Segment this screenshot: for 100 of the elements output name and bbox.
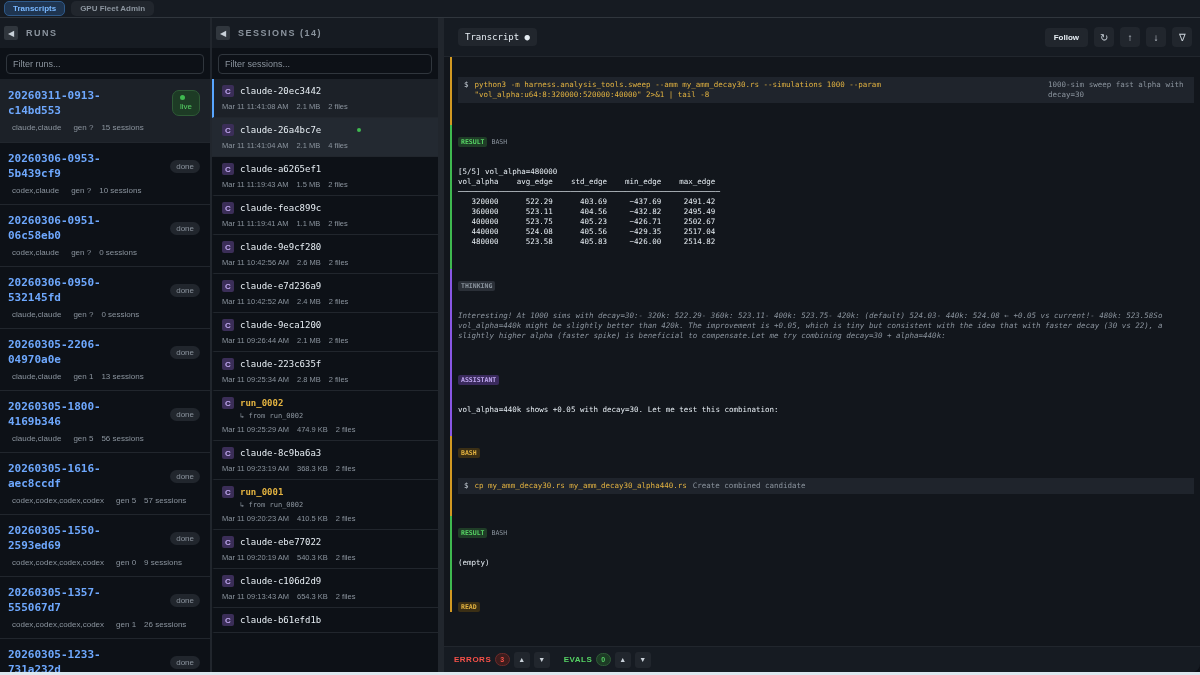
status-badge: done (170, 345, 200, 359)
run-id: 20260305-1550-2593ed69 (8, 523, 102, 553)
agent-badge: C (222, 447, 234, 459)
run-id: 20260305-1616-aec8ccdf (8, 461, 102, 491)
session-name: claude-223c635f (240, 359, 322, 369)
errors-label: ERRORS (454, 655, 492, 664)
toolbar-button[interactable]: ↻ (1094, 27, 1114, 47)
run-item[interactable]: 20260306-0950-532145fd done claude,claude gen ? 0 sessions (0, 267, 210, 329)
session-count: 13 sessions (101, 372, 144, 381)
run-generation: gen 1 (116, 620, 137, 629)
session-count: 10 sessions (99, 186, 142, 195)
run-id: 20260311-0913-c14bd553 (8, 88, 102, 118)
run-generation: gen 0 (116, 558, 137, 567)
run-item[interactable]: 20260305-1357-555067d7 done codex,codex,codex,codex gen 1 26 sessions (0, 577, 210, 639)
toolbar-button[interactable]: ∇ (1172, 27, 1192, 47)
run-item[interactable]: 20260306-0951-06c58eb0 done codex,claude gen ? 0 sessions (0, 205, 210, 267)
status-badge: done (170, 221, 200, 235)
agent-badge: C (222, 85, 234, 97)
session-name: run_0002 (240, 398, 284, 408)
run-generation: gen ? (71, 248, 92, 257)
session-name: claude-26a4bc7e (240, 125, 322, 135)
status-badge: done (170, 593, 200, 607)
agent-badge: C (222, 614, 234, 626)
run-generation: gen 5 (73, 434, 94, 443)
run-id: 20260306-0953-5b439cf9 (8, 151, 102, 181)
status-badge: done (170, 655, 200, 669)
run-generation: gen ? (73, 123, 94, 132)
agent-badge: C (222, 536, 234, 548)
run-agents: claude,claude (12, 372, 62, 381)
session-count: 15 sessions (101, 123, 144, 132)
run-item[interactable]: 20260305-1616-aec8ccdf done codex,codex,codex,codex gen 5 57 sessions (0, 453, 210, 515)
panel-title: RUNS (26, 28, 58, 38)
session-name: claude-20ec3442 (240, 86, 322, 96)
session-name: run_0001 (240, 487, 284, 497)
status-badge: done (170, 407, 200, 421)
status-badge: done (170, 159, 200, 173)
status-badge: done (170, 283, 200, 297)
session-name: claude-ebe77022 (240, 537, 322, 547)
agent-badge: C (222, 397, 234, 409)
run-agents: claude,claude (12, 310, 62, 319)
session-name: claude-9e9cf280 (240, 242, 322, 252)
run-item[interactable]: 20260311-0913-c14bd553 live claude,claude gen ? 15 sessions (0, 79, 210, 143)
session-name: claude-9eca1200 (240, 320, 322, 330)
session-name: claude-e7d236a9 (240, 281, 322, 291)
filter-field[interactable]: Filter runs... (6, 54, 204, 74)
session-name: claude-a6265ef1 (240, 164, 322, 174)
run-agents: codex,codex,codex,codex (12, 558, 105, 567)
agent-badge: C (222, 202, 234, 214)
run-agents: claude,claude (12, 123, 62, 132)
agent-badge: C (222, 124, 234, 136)
top-tab[interactable]: Transcripts (4, 1, 66, 16)
run-generation: gen 5 (116, 496, 137, 505)
collapse-button[interactable]: ◀ (4, 26, 18, 40)
evals-label: EVALS (563, 655, 593, 664)
run-id: 20260305-2206-04970a0e (8, 337, 102, 367)
run-item[interactable]: 20260305-1800-4169b346 done claude,claude gen 5 56 sessions (0, 391, 210, 453)
run-item[interactable]: 20260305-2206-04970a0e done claude,claude gen 1 13 sessions (0, 329, 210, 391)
session-name: claude-8c9ba6a3 (240, 448, 322, 458)
panel-title: SESSIONS (14) (238, 28, 323, 38)
top-tab[interactable]: GPU Fleet Admin (71, 1, 155, 16)
session-name: claude-feac899c (240, 203, 322, 213)
run-agents: claude,claude (12, 434, 62, 443)
run-id: 20260305-1357-555067d7 (8, 585, 102, 615)
agent-badge: C (222, 358, 234, 370)
status-badge: live (172, 90, 200, 116)
status-badge: done (170, 531, 200, 545)
session-count: 56 sessions (101, 434, 144, 443)
run-agents: codex,claude (12, 186, 60, 195)
run-agents: codex,claude (12, 248, 60, 257)
session-count: 0 sessions (99, 248, 137, 257)
run-agents: codex,codex,codex,codex (12, 496, 105, 505)
run-generation: gen 1 (73, 372, 94, 381)
session-count: 57 sessions (144, 496, 187, 505)
filter-field[interactable]: Filter sessions... (218, 54, 432, 74)
run-item[interactable]: 20260306-0953-5b439cf9 done codex,claude gen ? 10 sessions (0, 143, 210, 205)
agent-badge: C (222, 280, 234, 292)
run-id: 20260305-1800-4169b346 (8, 399, 102, 429)
agent-badge: C (222, 163, 234, 175)
toolbar-button[interactable]: ↓ (1146, 27, 1166, 47)
session-name: claude-b61efd1b (240, 615, 322, 625)
collapse-button[interactable]: ◀ (216, 26, 230, 40)
run-agents: codex,codex,codex,codex (12, 620, 105, 629)
run-generation: gen ? (71, 186, 92, 195)
status-badge: done (170, 469, 200, 483)
session-name: claude-c106d2d9 (240, 576, 322, 586)
run-item[interactable]: 20260305-1550-2593ed69 done codex,codex,codex,codex gen 0 9 sessions (0, 515, 210, 577)
follow-button[interactable]: Follow (1044, 27, 1088, 47)
agent-badge: C (222, 319, 234, 331)
run-generation: gen ? (73, 310, 94, 319)
session-count: 26 sessions (144, 620, 187, 629)
session-count: 9 sessions (144, 558, 182, 567)
agent-badge: C (222, 575, 234, 587)
transcript-tab[interactable]: Transcript ● (458, 28, 538, 46)
agent-badge: C (222, 486, 234, 498)
agent-badge: C (222, 241, 234, 253)
run-id: 20260306-0951-06c58eb0 (8, 213, 102, 243)
toolbar-button[interactable]: ↑ (1120, 27, 1140, 47)
run-id: 20260306-0950-532145fd (8, 275, 102, 305)
session-item[interactable]: C claude-b61efd1b (212, 608, 438, 633)
session-count: 0 sessions (101, 310, 140, 319)
